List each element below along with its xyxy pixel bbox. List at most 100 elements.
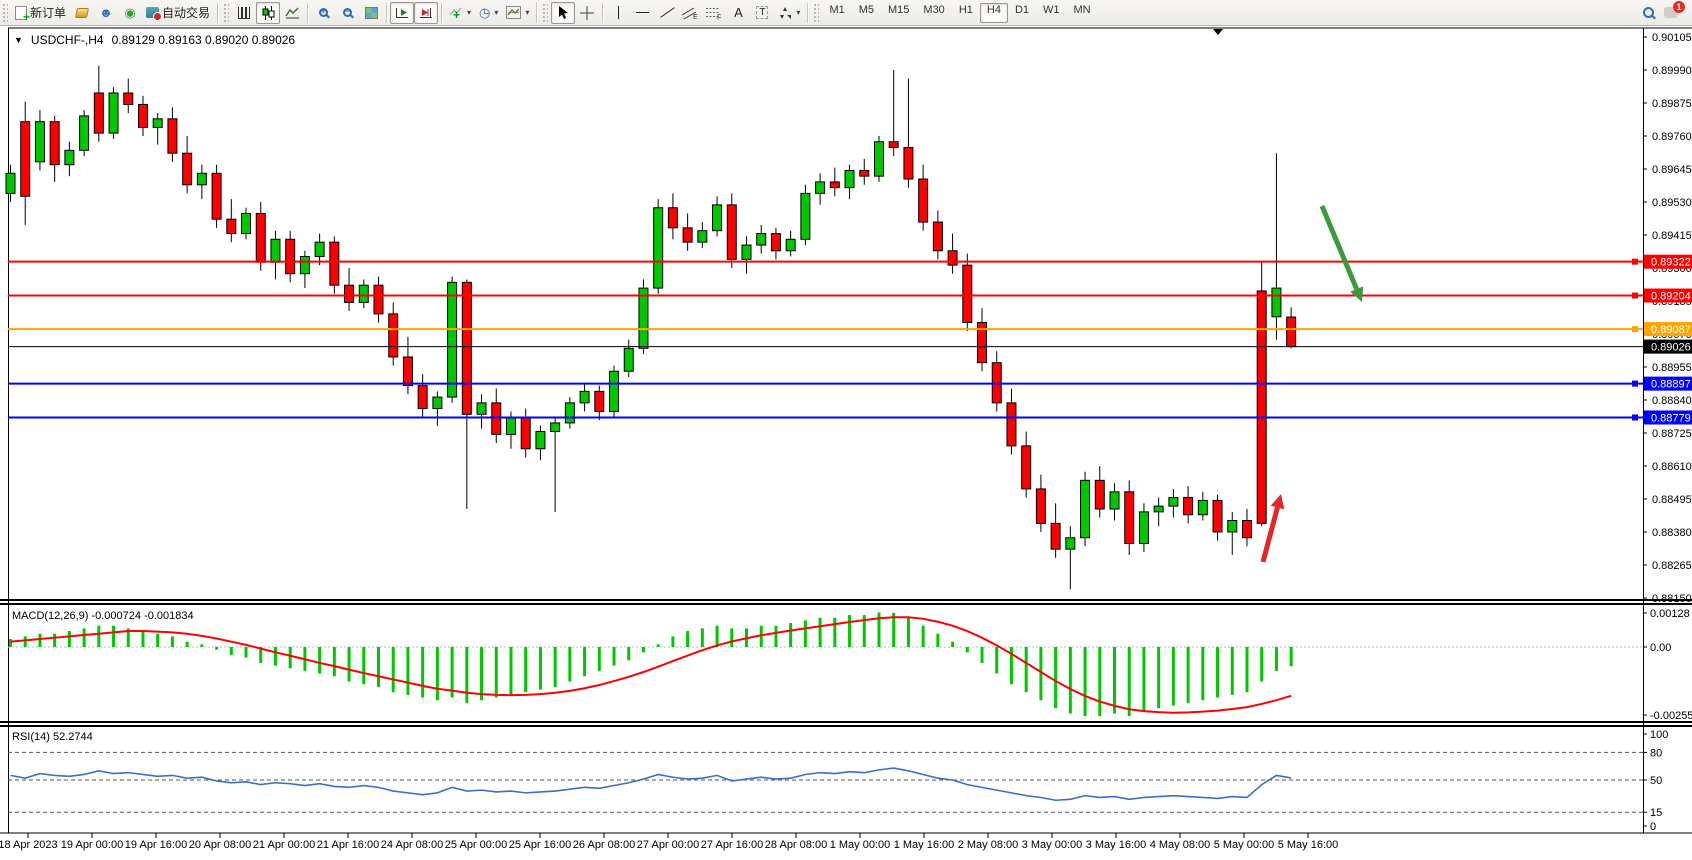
periods-clock-icon: ◷	[479, 6, 490, 19]
bar-chart-button[interactable]	[232, 2, 256, 24]
time-tick-label: 5 May 00:00	[1214, 839, 1275, 851]
line-anchor-marker	[1632, 293, 1638, 299]
rsi-tick-label: 0	[1650, 821, 1656, 833]
chart-menu-icon[interactable]: ▼	[14, 35, 23, 45]
signal-icon: ◉	[124, 6, 135, 19]
time-tick-label: 1 May 00:00	[830, 839, 891, 851]
navigator-button[interactable]: ☻	[94, 2, 118, 24]
bar-chart-icon	[238, 7, 250, 19]
fibonacci-button[interactable]: F	[702, 2, 726, 24]
periods-button[interactable]: ◷ ▾	[475, 2, 502, 24]
candlestick	[963, 254, 972, 331]
candlestick	[874, 136, 883, 182]
text-button[interactable]: A	[726, 2, 750, 24]
plot-background	[8, 28, 1643, 833]
rsi-tick-label: 100	[1650, 729, 1668, 741]
time-tick-label: 25 Apr 16:00	[509, 839, 571, 851]
vertical-line-icon	[618, 6, 619, 19]
svg-text:E: E	[693, 14, 698, 20]
time-tick-label: 1 May 16:00	[894, 839, 955, 851]
chart-canvas[interactable]: 0.901050.899900.898750.897600.896450.895…	[0, 27, 1692, 855]
line-chart-icon	[285, 6, 299, 19]
zoom-in-button[interactable]: +	[311, 2, 335, 24]
candlestick	[801, 185, 810, 245]
tf-button-W1[interactable]: W1	[1036, 3, 1067, 23]
line-anchor-marker	[1632, 326, 1638, 332]
tf-button-H1[interactable]: H1	[952, 3, 980, 23]
price-tick-label: 0.89415	[1652, 230, 1692, 242]
rsi-tick-label: 15	[1650, 807, 1662, 819]
tf-button-MN[interactable]: MN	[1067, 3, 1098, 23]
tf-button-M5[interactable]: M5	[852, 3, 881, 23]
rsi-tick-label: 50	[1650, 775, 1662, 787]
candlestick	[109, 87, 118, 139]
indicators-icon: +	[449, 6, 463, 19]
toolbar-separator	[602, 3, 603, 23]
market-watch-button[interactable]	[70, 2, 94, 24]
tf-button-D1[interactable]: D1	[1008, 3, 1036, 23]
chart-shift-icon	[419, 6, 433, 19]
candlestick	[212, 165, 221, 228]
candlestick	[330, 236, 339, 293]
auto-trading-label: 自动交易	[162, 4, 210, 21]
new-order-button[interactable]: 新订单	[11, 2, 70, 24]
time-tick-label: 26 Apr 08:00	[573, 839, 635, 851]
text-label-button[interactable]: T	[750, 2, 774, 24]
tf-button-M15[interactable]: M15	[881, 3, 916, 23]
signal-button[interactable]: ◉	[118, 2, 142, 24]
tf-button-H4[interactable]: H4	[980, 3, 1008, 23]
zoom-out-icon: −	[343, 8, 352, 17]
templates-button[interactable]: ▾	[502, 2, 533, 24]
chart-symbol-period: USDCHF-,H4	[31, 33, 104, 47]
time-tick-label: 3 May 16:00	[1086, 839, 1147, 851]
chart-ohlc-values: 0.89129 0.89163 0.89020 0.89026	[112, 33, 296, 47]
toolbar-drag-handle[interactable]	[224, 4, 229, 22]
crosshair-button[interactable]	[575, 2, 599, 24]
candlestick	[654, 199, 663, 294]
price-tick-label: 0.89530	[1652, 197, 1692, 209]
candlestick	[610, 366, 619, 418]
channel-button[interactable]: E	[678, 2, 702, 24]
vertical-line-button[interactable]	[606, 2, 630, 24]
channel-icon: E	[682, 6, 698, 20]
arrows-tool-button[interactable]: ▾	[774, 2, 804, 24]
trendline-button[interactable]	[654, 2, 678, 24]
chart-shift-button[interactable]	[414, 2, 438, 24]
toolbar-drag-handle[interactable]	[543, 4, 548, 22]
candlestick-chart-button[interactable]	[256, 2, 280, 24]
line-anchor-marker	[1632, 259, 1638, 265]
macd-tick-label: 0.00	[1650, 642, 1671, 654]
crosshair-icon	[580, 6, 594, 20]
market-watch-icon	[75, 8, 89, 18]
tf-button-M1[interactable]: M1	[822, 3, 851, 23]
price-line-label: 0.89087	[1651, 324, 1691, 336]
candlestick	[727, 193, 736, 268]
auto-scroll-button[interactable]	[390, 2, 414, 24]
time-tick-label: 5 May 16:00	[1278, 839, 1339, 851]
tf-button-M30[interactable]: M30	[916, 3, 951, 23]
cursor-button[interactable]	[551, 2, 575, 24]
dropdown-arrow-icon: ▾	[796, 8, 800, 17]
cursor-icon	[558, 6, 569, 20]
time-tick-label: 2 May 08:00	[958, 839, 1019, 851]
time-tick-label: 21 Apr 00:00	[253, 839, 315, 851]
line-chart-button[interactable]	[280, 2, 304, 24]
horizontal-line-button[interactable]	[630, 2, 654, 24]
timeframe-group: M1M5M15M30H1H4D1W1MN	[822, 3, 1097, 23]
toolbar-separator	[307, 3, 308, 23]
zoom-out-button[interactable]: −	[335, 2, 359, 24]
tile-windows-button[interactable]	[359, 2, 383, 24]
price-line-label: 0.88897	[1651, 379, 1691, 391]
search-icon[interactable]	[1643, 7, 1654, 18]
indicators-button[interactable]: + ▾	[445, 2, 475, 24]
toolbar-separator	[386, 3, 387, 23]
rsi-tick-label: 80	[1650, 747, 1662, 759]
auto-trading-button[interactable]: 自动交易	[142, 2, 214, 24]
candlestick	[639, 279, 648, 354]
price-tick-label: 0.89760	[1652, 131, 1692, 143]
chat-icon[interactable]: 1	[1664, 7, 1678, 18]
toolbar-drag-handle[interactable]	[3, 4, 8, 22]
svg-text:F: F	[717, 14, 721, 20]
text-label-icon: T	[756, 6, 768, 19]
toolbar-drag-handle[interactable]	[814, 4, 819, 22]
